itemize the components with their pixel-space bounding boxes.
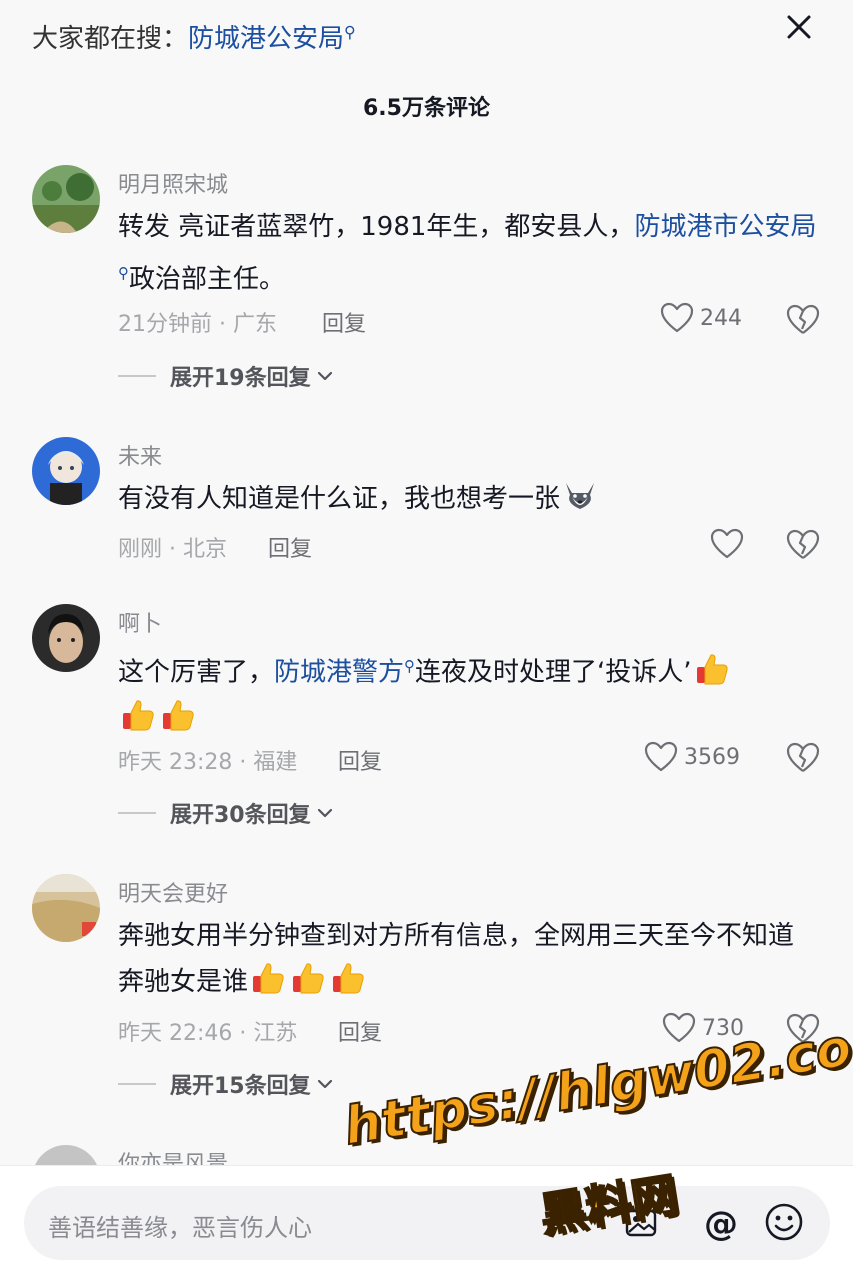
comment-text: 有没有人知道是什么证，我也想考一张: [118, 476, 818, 522]
expand-replies-label: 展开19条回复: [170, 366, 311, 391]
comment-text: 转发 亮证者蓝翠竹，1981年生，都安县人，防城港市公安局 ⚲政治部主任。: [118, 204, 818, 303]
comment-meta: 昨天 23:28 · 福建: [118, 750, 298, 775]
search-prefix-label: 大家都在搜：: [32, 24, 189, 54]
comment-username[interactable]: 未来: [118, 439, 162, 471]
heart-icon: [710, 528, 744, 559]
text-segment: 这个厉害了，: [118, 657, 275, 688]
watermark: https://hlgw02.com 黑料网: [339, 1008, 853, 1258]
expand-replies-label: 展开30条回复: [170, 803, 311, 828]
divider: [118, 812, 156, 814]
avatar[interactable]: [32, 165, 100, 233]
watermark-url: https://hlgw02.com: [339, 1008, 853, 1158]
thumbs-up-emoji: [696, 654, 728, 685]
expand-replies-button[interactable]: 展开15条回复: [118, 1068, 335, 1100]
text-segment: 有没有人知道是什么证，我也想考一张: [118, 484, 561, 514]
broken-heart-icon: [786, 742, 820, 772]
search-suggestion-bar: 大家都在搜：防城港公安局⚲: [0, 0, 853, 70]
hashtag-link[interactable]: 防城港警方: [274, 658, 404, 688]
like-count: 244: [700, 305, 742, 331]
avatar[interactable]: [32, 604, 100, 672]
dislike-button[interactable]: [786, 528, 820, 562]
comment-input-placeholder: 善语结善缘，恶言伤人心: [48, 1214, 312, 1242]
reply-button[interactable]: 回复: [338, 744, 382, 776]
like-button[interactable]: [710, 528, 744, 560]
broken-heart-icon: [786, 529, 820, 559]
watermark-name: 黑料网: [535, 1166, 682, 1243]
text-segment: 奔驰女用半分钟查到对方所有信息，全网用三天至今不知道奔驰女是谁: [118, 921, 795, 997]
thumbs-up-emoji: [333, 963, 364, 994]
reply-button[interactable]: 回复: [268, 531, 312, 563]
heart-icon: [644, 741, 678, 772]
comment-meta: 21分钟前 · 广东: [118, 312, 277, 337]
comment-username[interactable]: 明天会更好: [118, 876, 228, 908]
comment-username[interactable]: 啊卜: [118, 606, 162, 638]
close-button[interactable]: [782, 10, 816, 44]
husky-emoji: [566, 483, 595, 509]
dislike-button[interactable]: [786, 741, 820, 775]
expand-replies-button[interactable]: 展开19条回复: [118, 360, 335, 392]
divider: [118, 1083, 156, 1085]
like-button[interactable]: 244: [660, 302, 742, 334]
reply-button[interactable]: 回复: [338, 1015, 382, 1047]
hashtag-link[interactable]: 防城港市公安局: [634, 212, 816, 242]
close-icon: [787, 15, 811, 39]
comment-username[interactable]: 明月照宋城: [118, 167, 228, 199]
comment-text: 奔驰女用半分钟查到对方所有信息，全网用三天至今不知道奔驰女是谁: [118, 913, 808, 1005]
thumbs-up-emoji: [163, 700, 194, 731]
search-icon: ⚲: [118, 264, 129, 282]
dislike-button[interactable]: [786, 303, 820, 337]
comment-meta: 刚刚 · 北京: [118, 537, 227, 562]
comment-meta: 昨天 22:46 · 江苏: [118, 1021, 298, 1046]
text-segment: 转发 亮证者蓝翠竹，1981年生，都安县人，: [118, 212, 635, 242]
avatar[interactable]: [32, 874, 100, 942]
search-suggestion[interactable]: 大家都在搜：防城港公安局⚲: [32, 18, 356, 55]
comment-count: 6.5万条评论: [363, 96, 490, 121]
thumbs-up-emoji: [253, 963, 284, 994]
avatar[interactable]: [32, 437, 100, 505]
search-keyword-link[interactable]: 防城港公安局: [188, 24, 344, 54]
heart-icon: [662, 1012, 696, 1043]
thumbs-up-emoji: [123, 700, 154, 731]
search-icon: ⚲: [344, 22, 356, 42]
like-button[interactable]: 3569: [644, 741, 740, 773]
expand-replies-label: 展开15条回复: [170, 1074, 311, 1099]
reply-button[interactable]: 回复: [322, 306, 366, 338]
broken-heart-icon: [786, 304, 820, 334]
search-icon: ⚲: [404, 657, 416, 675]
expand-replies-button[interactable]: 展开30条回复: [118, 797, 335, 829]
thumbs-up-emoji: [293, 963, 324, 994]
text-segment: 连夜及时处理了‘投诉人’: [415, 657, 692, 688]
chevron-down-icon: [317, 808, 332, 818]
chevron-down-icon: [317, 1079, 332, 1089]
like-count: 3569: [684, 744, 740, 770]
chevron-down-icon: [317, 371, 332, 381]
heart-icon: [660, 302, 694, 333]
divider: [118, 375, 156, 377]
comment-text: 这个厉害了，防城港警方⚲连夜及时处理了‘投诉人’: [118, 643, 818, 742]
text-segment: 政治部主任。: [129, 264, 286, 295]
